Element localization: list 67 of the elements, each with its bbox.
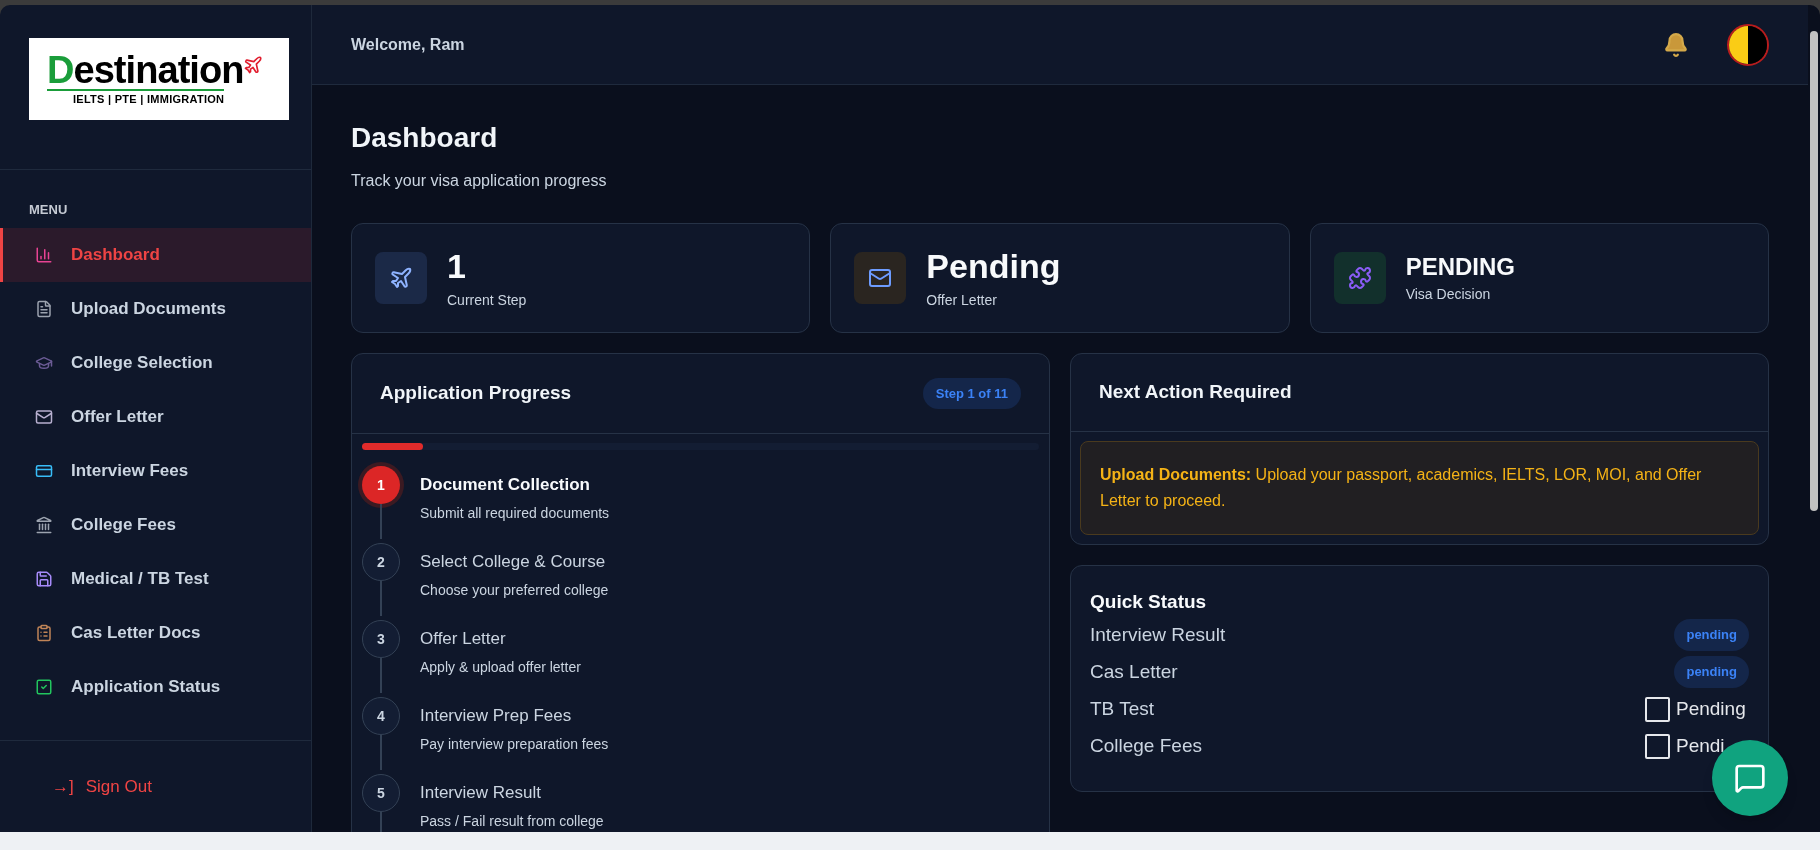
step-subtitle: Pay interview preparation fees: [420, 734, 609, 754]
sidebar-item[interactable]: College Fees: [0, 497, 311, 552]
sign-out-button[interactable]: →] Sign Out: [52, 773, 152, 800]
status-label: Cas Letter: [1090, 659, 1178, 684]
check-box-icon: [35, 677, 53, 696]
chart-icon: [35, 245, 53, 264]
logo-name: Destination: [47, 50, 244, 89]
status-label: TB Test: [1090, 696, 1155, 721]
chat-icon: [1734, 762, 1766, 794]
envelope-icon: [35, 407, 53, 426]
sidebar-item[interactable]: Upload Documents: [0, 281, 311, 336]
menu-heading: MENU: [28, 201, 68, 219]
step-title: Document Collection: [420, 474, 590, 496]
clipboard-icon: [35, 623, 53, 642]
checkbox[interactable]: [1645, 733, 1670, 759]
sidebar-item[interactable]: Cas Letter Docs: [0, 605, 311, 660]
step-title: Interview Result: [420, 782, 541, 804]
bank-icon: [35, 515, 53, 534]
airplane-icon: [375, 252, 427, 304]
envelope-icon: [854, 252, 907, 304]
stat-label: Visa Decision: [1405, 284, 1492, 304]
avatar[interactable]: [1727, 23, 1769, 66]
status-badge: pending: [1674, 619, 1749, 651]
stat-value: 1: [447, 246, 467, 288]
document-icon: [35, 299, 53, 318]
step-number: 5: [362, 774, 400, 812]
sidebar-item[interactable]: Medical / TB Test: [0, 551, 311, 606]
step-badge: Step 1 of 11: [922, 377, 1021, 410]
step-number: 4: [362, 697, 400, 735]
stat-label: Current Step: [447, 290, 527, 310]
step-title: Select College & Course: [420, 551, 606, 573]
status-text: Pendi: [1676, 733, 1725, 758]
step-number: 1: [362, 466, 400, 504]
sidebar-item[interactable]: College Selection: [0, 335, 311, 390]
step-subtitle: Choose your preferred college: [420, 580, 609, 600]
step-title: Interview Prep Fees: [420, 705, 572, 727]
scrollbar-thumb[interactable]: [1810, 31, 1818, 511]
step-subtitle: Submit all required documents: [420, 503, 610, 523]
sidebar-item[interactable]: Interview Fees: [0, 443, 311, 498]
plane-icon: [243, 54, 264, 75]
alert-message: Upload Documents: Upload your passport, academics, IELTS, LOR, MOI, and Offer Letter to proceed.: [1100, 465, 1703, 511]
step-number: 3: [362, 620, 400, 658]
status-badge: pending: [1674, 656, 1749, 688]
welcome-text: Welcome, Ram: [351, 34, 465, 55]
status-label: Interview Result: [1090, 622, 1226, 647]
puzzle-icon: [1333, 252, 1386, 304]
sidebar-item[interactable]: Dashboard: [0, 227, 311, 282]
sidebar-item[interactable]: Offer Letter: [0, 389, 311, 444]
logo-tagline: IELTS | PTE | IMMIGRATION: [47, 88, 225, 108]
stat-value: PENDING: [1405, 251, 1515, 282]
panel-title: Quick Status: [1090, 590, 1207, 614]
status-text: Pending: [1676, 696, 1746, 721]
page-subtitle: Track your visa application progress: [351, 171, 607, 191]
step-subtitle: Apply & upload offer letter: [420, 657, 581, 677]
bell-icon[interactable]: [1663, 31, 1689, 58]
step-title: Offer Letter: [420, 628, 506, 650]
stat-value: Pending: [926, 246, 1061, 288]
step-subtitle: Pass / Fail result from college: [420, 811, 604, 831]
stat-label: Offer Letter: [926, 290, 998, 310]
sign-out-icon: →]: [52, 773, 74, 800]
panel-title: Next Action Required: [1099, 380, 1292, 405]
page-title: Dashboard: [351, 121, 498, 155]
sidebar-item[interactable]: Application Status: [0, 659, 311, 714]
step-number: 2: [362, 543, 400, 581]
status-label: College Fees: [1090, 733, 1202, 758]
panel-title: Application Progress: [380, 381, 572, 406]
checkbox[interactable]: [1645, 696, 1670, 722]
